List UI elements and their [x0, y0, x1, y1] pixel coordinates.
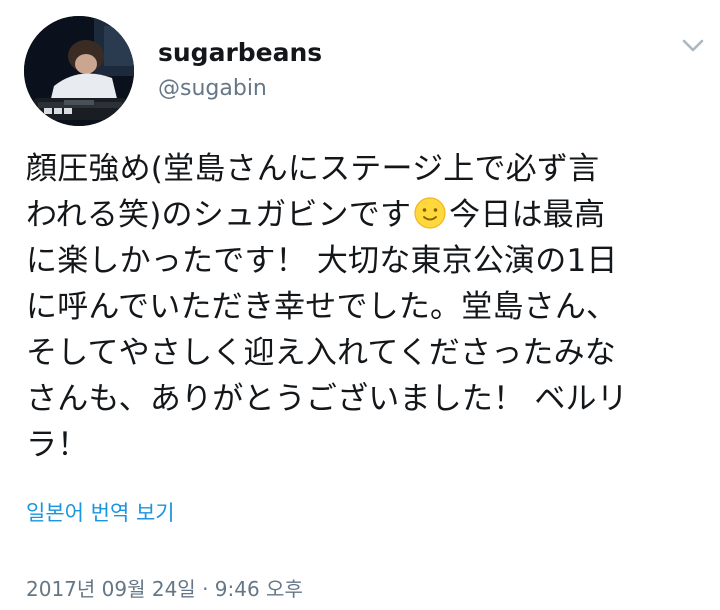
tweet-line: さんも、ありがとうございました！ ベルリ [26, 381, 628, 417]
tweet-line: に呼んでいただき幸せでした。堂島さん、 [26, 289, 618, 325]
tweet-line: 顔圧強め(堂島さんにステージ上で必ず言 [26, 151, 600, 187]
tweet-line: ラ！ [26, 427, 89, 463]
tweet-line: われる笑)のシュガビンです 今日は最高 [26, 192, 706, 238]
tweet-line: に楽しかったです！ 大切な東京公演の1日 [26, 243, 618, 279]
tweet-text: 顔圧強め(堂島さんにステージ上で必ず言 われる笑)のシュガビンです 今日は最高 … [26, 146, 706, 468]
avatar-photo [24, 16, 134, 126]
tweet-timestamp[interactable]: 2017년 09월 24일 · 9:46 오후 [26, 573, 303, 602]
translate-tweet-link[interactable]: 일본어 번역 보기 [26, 497, 175, 527]
chevron-down-icon[interactable] [680, 36, 706, 56]
tweet-line-part: われる笑)のシュガビンです [26, 197, 412, 233]
sun-face-emoji-icon [413, 196, 447, 230]
profile-avatar[interactable] [24, 16, 134, 126]
tweet-line-part: 今日は最高 [449, 197, 606, 233]
user-display-name[interactable]: sugarbeans [158, 38, 322, 67]
user-handle[interactable]: @sugabin [158, 76, 267, 101]
tweet-line: そしてやさしく迎え入れてくださったみな [26, 335, 617, 371]
